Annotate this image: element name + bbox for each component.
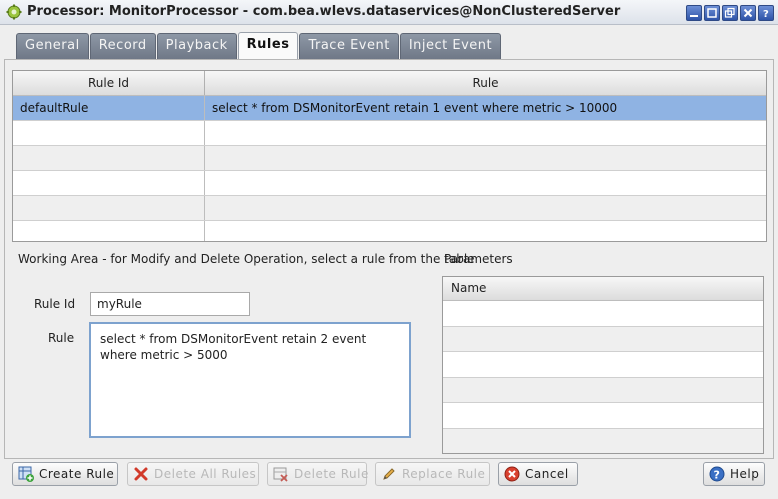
rule-cell (205, 196, 766, 220)
tab-record[interactable]: Record (89, 33, 156, 59)
table-row[interactable] (443, 403, 763, 429)
rule-cell (205, 121, 766, 145)
parameters-label: Parameters (444, 252, 513, 266)
help-icon: ? (709, 466, 725, 482)
table-row[interactable]: defaultRule select * from DSMonitorEvent… (13, 96, 766, 121)
replace-rule-button[interactable]: Replace Rule (375, 462, 490, 486)
rules-table: Rule Id Rule defaultRule select * from D… (12, 70, 767, 242)
help-button[interactable]: ? Help (703, 462, 765, 486)
help-label: Help (730, 467, 760, 481)
pencil-icon (383, 468, 395, 480)
title-bar: Processor: MonitorProcessor - com.bea.wl… (0, 0, 778, 25)
rule-id-cell (13, 121, 205, 145)
close-icon[interactable] (740, 5, 756, 21)
replace-rule-label: Replace Rule (402, 467, 486, 481)
rule-id-cell: defaultRule (13, 96, 205, 120)
cancel-label: Cancel (525, 467, 569, 481)
delete-rule-label: Delete Rule (294, 467, 369, 481)
column-header-rule-id[interactable]: Rule Id (13, 71, 205, 95)
rule-cell: select * from DSMonitorEvent retain 1 ev… (212, 101, 618, 115)
tab-rules[interactable]: Rules (237, 32, 299, 60)
cancel-icon (504, 466, 520, 482)
table-row[interactable] (443, 352, 763, 378)
maximize-icon[interactable] (704, 5, 720, 21)
rule-cell (205, 171, 766, 195)
create-rule-label: Create Rule (39, 467, 115, 481)
svg-text:?: ? (714, 469, 721, 482)
table-row[interactable] (13, 121, 766, 146)
table-row[interactable] (443, 428, 763, 453)
tab-inject-event[interactable]: Inject Event (399, 33, 502, 59)
rule-cell (205, 146, 766, 170)
delete-all-rules-label: Delete All Rules (154, 467, 257, 481)
tab-bar: General Record Playback Rules Trace Even… (16, 32, 502, 60)
window-title: Processor: MonitorProcessor - com.bea.wl… (27, 4, 621, 19)
svg-text:?: ? (763, 9, 769, 19)
table-row-filler (13, 221, 766, 241)
table-row[interactable] (13, 146, 766, 171)
rule-textarea[interactable]: select * from DSMonitorEvent retain 2 ev… (89, 322, 411, 438)
create-rule-button[interactable]: Create Rule (12, 462, 118, 486)
minimize-icon[interactable] (686, 5, 702, 21)
help-window-icon[interactable]: ? (758, 5, 774, 21)
table-row[interactable] (443, 326, 763, 352)
rule-id-input[interactable]: myRule (90, 292, 250, 316)
table-row[interactable] (443, 377, 763, 403)
delete-icon (134, 467, 148, 481)
rule-id-label: Rule Id (34, 297, 76, 311)
column-header-rule[interactable]: Rule (205, 71, 766, 95)
column-header-name[interactable]: Name (443, 277, 763, 301)
create-rule-icon (18, 466, 34, 482)
delete-all-rules-button[interactable]: Delete All Rules (127, 462, 259, 486)
cancel-button[interactable]: Cancel (498, 462, 578, 486)
table-row[interactable] (443, 301, 763, 327)
rule-id-cell (13, 196, 205, 220)
rule-id-cell (13, 146, 205, 170)
gear-icon (6, 4, 22, 20)
restore-icon[interactable] (722, 5, 738, 21)
tab-playback[interactable]: Playback (156, 33, 237, 59)
working-area-label: Working Area - for Modify and Delete Ope… (18, 252, 475, 266)
rules-table-header: Rule Id Rule (13, 71, 766, 96)
tab-trace-event[interactable]: Trace Event (299, 33, 399, 59)
tab-general[interactable]: General (16, 33, 89, 59)
parameters-table: Name (442, 276, 764, 454)
delete-rule-icon (273, 467, 288, 482)
rule-id-cell (13, 171, 205, 195)
table-row[interactable] (13, 171, 766, 196)
table-row[interactable] (13, 196, 766, 221)
delete-rule-button[interactable]: Delete Rule (267, 462, 369, 486)
rule-label: Rule (48, 331, 75, 345)
